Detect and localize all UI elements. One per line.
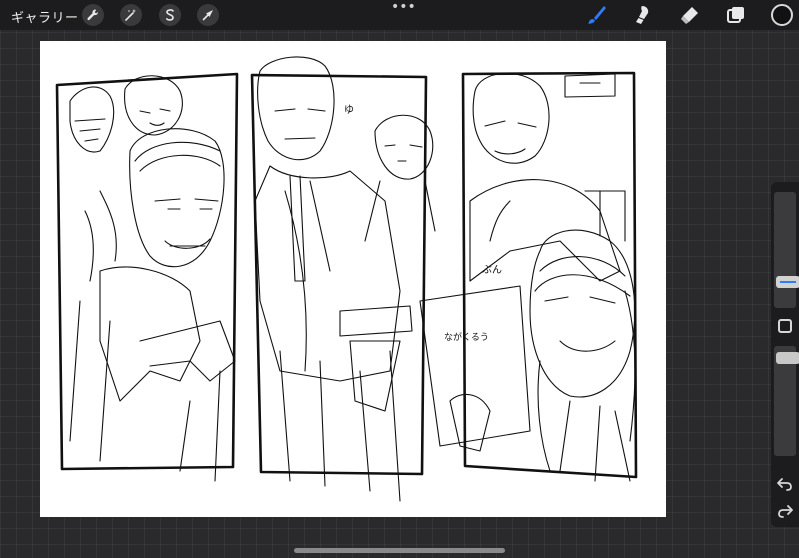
- opacity-slider[interactable]: [774, 346, 799, 456]
- undo-arrow-icon[interactable]: [776, 475, 794, 493]
- brush-size-slider[interactable]: [774, 192, 799, 308]
- drawing-canvas[interactable]: ゆ ぶん ながくるう: [40, 41, 666, 517]
- top-toolbar: ギャラリー •••: [0, 0, 799, 30]
- home-indicator[interactable]: [294, 548, 505, 553]
- sketch-note-2: ぶん: [482, 264, 502, 276]
- gallery-button[interactable]: ギャラリー: [11, 7, 79, 26]
- eraser-icon[interactable]: [678, 4, 700, 26]
- brush-sidebar: [771, 182, 799, 527]
- brush-icon[interactable]: [585, 4, 607, 26]
- sketch-note-3: ながくるう: [444, 331, 489, 343]
- sketch-note-1: ゆ: [344, 104, 354, 116]
- color-swatch-button[interactable]: [771, 4, 793, 26]
- brush-size-thumb[interactable]: [776, 276, 799, 288]
- redo-arrow-icon[interactable]: [776, 502, 794, 520]
- wrench-icon[interactable]: [82, 4, 104, 26]
- layers-icon[interactable]: [725, 4, 747, 26]
- sketch-artwork: ゆ ぶん ながくるう: [55, 56, 638, 502]
- magic-wand-icon[interactable]: [120, 4, 142, 26]
- ellipsis-icon[interactable]: •••: [391, 0, 416, 14]
- opacity-thumb[interactable]: [776, 352, 799, 364]
- brush-size-indicator: [780, 281, 796, 283]
- square-icon[interactable]: [778, 319, 792, 333]
- smudge-icon[interactable]: [630, 4, 652, 26]
- selection-s-icon[interactable]: [159, 4, 181, 26]
- arrow-cursor-icon[interactable]: [197, 4, 219, 26]
